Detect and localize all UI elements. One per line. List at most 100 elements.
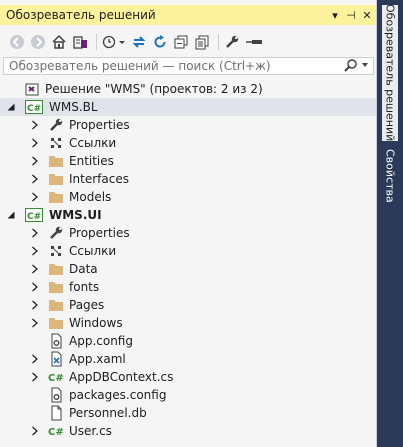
collapsed-arrow-icon[interactable] xyxy=(30,426,40,436)
tree-project[interactable]: C# WMS.UI xyxy=(0,206,376,224)
tree-item-label: Data xyxy=(69,262,98,276)
expanded-arrow-icon[interactable] xyxy=(6,102,16,112)
tree-arrow-spacer xyxy=(30,408,40,418)
references-icon xyxy=(48,243,64,259)
tree-item[interactable]: Ссылки xyxy=(0,242,376,260)
collapsed-arrow-icon[interactable] xyxy=(30,318,40,328)
side-tab-label: Обозреватель решений xyxy=(383,4,397,142)
collapsed-arrow-icon[interactable] xyxy=(30,120,40,130)
collapsed-arrow-icon[interactable] xyxy=(30,174,40,184)
collapsed-arrow-icon[interactable] xyxy=(30,264,40,274)
folder-icon xyxy=(48,153,64,169)
tree-item[interactable]: Data xyxy=(0,260,376,278)
tree-item[interactable]: Interfaces xyxy=(0,170,376,188)
side-tab-label: Свойства xyxy=(383,149,397,203)
tree-item-label: Решение "WMS" (проектов: 2 из 2) xyxy=(45,82,263,96)
search-options-dropdown-icon[interactable] xyxy=(361,61,369,72)
search-box[interactable]: Обозреватель решений — поиск (Ctrl+ж) xyxy=(3,57,374,75)
side-tab-solution-explorer[interactable]: Обозреватель решений xyxy=(382,4,398,142)
file-icon xyxy=(48,405,64,421)
refresh-icon[interactable] xyxy=(151,33,169,51)
tree-item[interactable]: App.xaml xyxy=(0,350,376,368)
show-all-files-icon[interactable] xyxy=(193,33,211,51)
svg-text:C#: C# xyxy=(27,212,41,222)
tree-solution[interactable]: Решение "WMS" (проектов: 2 из 2) xyxy=(0,80,376,98)
properties-icon[interactable] xyxy=(223,33,241,51)
config-file-icon xyxy=(48,387,64,403)
tree-item-label: WMS.UI xyxy=(49,208,102,222)
tree-item-label: AppDBContext.cs xyxy=(69,370,174,384)
csharp-file-icon: C# xyxy=(48,369,64,385)
tree-item[interactable]: Entities xyxy=(0,152,376,170)
back-icon[interactable] xyxy=(8,33,26,51)
tree-item-label: Windows xyxy=(69,316,123,330)
tree-item[interactable]: Windows xyxy=(0,314,376,332)
tree-item[interactable]: Pages xyxy=(0,296,376,314)
tree-item[interactable]: Models xyxy=(0,188,376,206)
history-icon[interactable] xyxy=(101,33,127,51)
side-tab-properties[interactable]: Свойства xyxy=(382,148,398,204)
tree-item-label: Properties xyxy=(69,226,130,240)
collapsed-arrow-icon[interactable] xyxy=(30,138,40,148)
tree-item-label: Ссылки xyxy=(69,244,117,258)
collapsed-arrow-icon[interactable] xyxy=(30,246,40,256)
wrench-icon xyxy=(48,117,64,133)
tree-arrow-spacer xyxy=(30,390,40,400)
collapsed-arrow-icon[interactable] xyxy=(30,372,40,382)
config-file-icon xyxy=(48,333,64,349)
tree-item[interactable]: App.config xyxy=(0,332,376,350)
collapsed-arrow-icon[interactable] xyxy=(30,156,40,166)
tree-item-label: Models xyxy=(69,190,112,204)
auto-hide-pin-button[interactable]: ⊣ xyxy=(344,7,358,23)
tree-item[interactable]: fonts xyxy=(0,278,376,296)
expanded-arrow-icon[interactable] xyxy=(6,210,16,220)
collapse-all-icon[interactable] xyxy=(172,33,190,51)
close-button[interactable]: ✕ xyxy=(360,7,374,23)
folder-icon xyxy=(48,315,64,331)
sync-icon[interactable] xyxy=(130,33,148,51)
tree-item-label: Entities xyxy=(69,154,114,168)
folder-icon xyxy=(48,189,64,205)
collapsed-arrow-icon[interactable] xyxy=(30,354,40,364)
tree-item-label: App.xaml xyxy=(69,352,126,366)
tree-item[interactable]: Properties xyxy=(0,116,376,134)
search-input[interactable]: Обозреватель решений — поиск (Ctrl+ж) xyxy=(4,59,344,73)
svg-text:C#: C# xyxy=(27,104,41,114)
tree-item-label: fonts xyxy=(69,280,100,294)
solution-explorer-toolbar xyxy=(0,27,376,57)
folder-icon xyxy=(48,297,64,313)
search-icon[interactable] xyxy=(344,58,358,75)
collapsed-arrow-icon[interactable] xyxy=(30,282,40,292)
toolbar-separator xyxy=(96,34,97,50)
panel-title: Обозреватель решений xyxy=(6,8,156,22)
csharp-project-icon: C# xyxy=(24,99,44,115)
panel-titlebar: Обозреватель решений ▾ ⊣ ✕ xyxy=(0,5,376,25)
collapsed-arrow-icon[interactable] xyxy=(30,228,40,238)
tree-item-label: Ссылки xyxy=(69,136,117,150)
collapsed-arrow-icon[interactable] xyxy=(30,300,40,310)
wrench-icon xyxy=(48,225,64,241)
home-icon[interactable] xyxy=(50,33,68,51)
tree-item-label: App.config xyxy=(69,334,133,348)
csharp-project-icon: C# xyxy=(24,207,44,223)
tree-item-label: Personnel.db xyxy=(69,406,147,420)
csharp-file-icon: C# xyxy=(48,423,64,439)
tree-item[interactable]: packages.config xyxy=(0,386,376,404)
folder-icon xyxy=(48,261,64,277)
tree-item-label: User.cs xyxy=(69,424,112,438)
tree-item[interactable]: Ссылки xyxy=(0,134,376,152)
pin-icon[interactable] xyxy=(244,33,264,51)
references-icon xyxy=(48,135,64,151)
solution-icon xyxy=(24,81,40,97)
tree-item[interactable]: Properties xyxy=(0,224,376,242)
tree-item[interactable]: C# User.cs xyxy=(0,422,376,440)
solution-explorer-panel: Обозреватель решений ▾ ⊣ ✕ Обозреватель … xyxy=(0,0,377,447)
tree-item[interactable]: Personnel.db xyxy=(0,404,376,422)
window-position-dropdown-button[interactable]: ▾ xyxy=(328,7,342,23)
forward-icon[interactable] xyxy=(29,33,47,51)
collapsed-arrow-icon[interactable] xyxy=(30,192,40,202)
tree-item[interactable]: C# AppDBContext.cs xyxy=(0,368,376,386)
tree-project[interactable]: C# WMS.BL xyxy=(0,98,376,116)
toolbar-separator xyxy=(218,34,219,50)
switch-views-icon[interactable] xyxy=(71,33,89,51)
